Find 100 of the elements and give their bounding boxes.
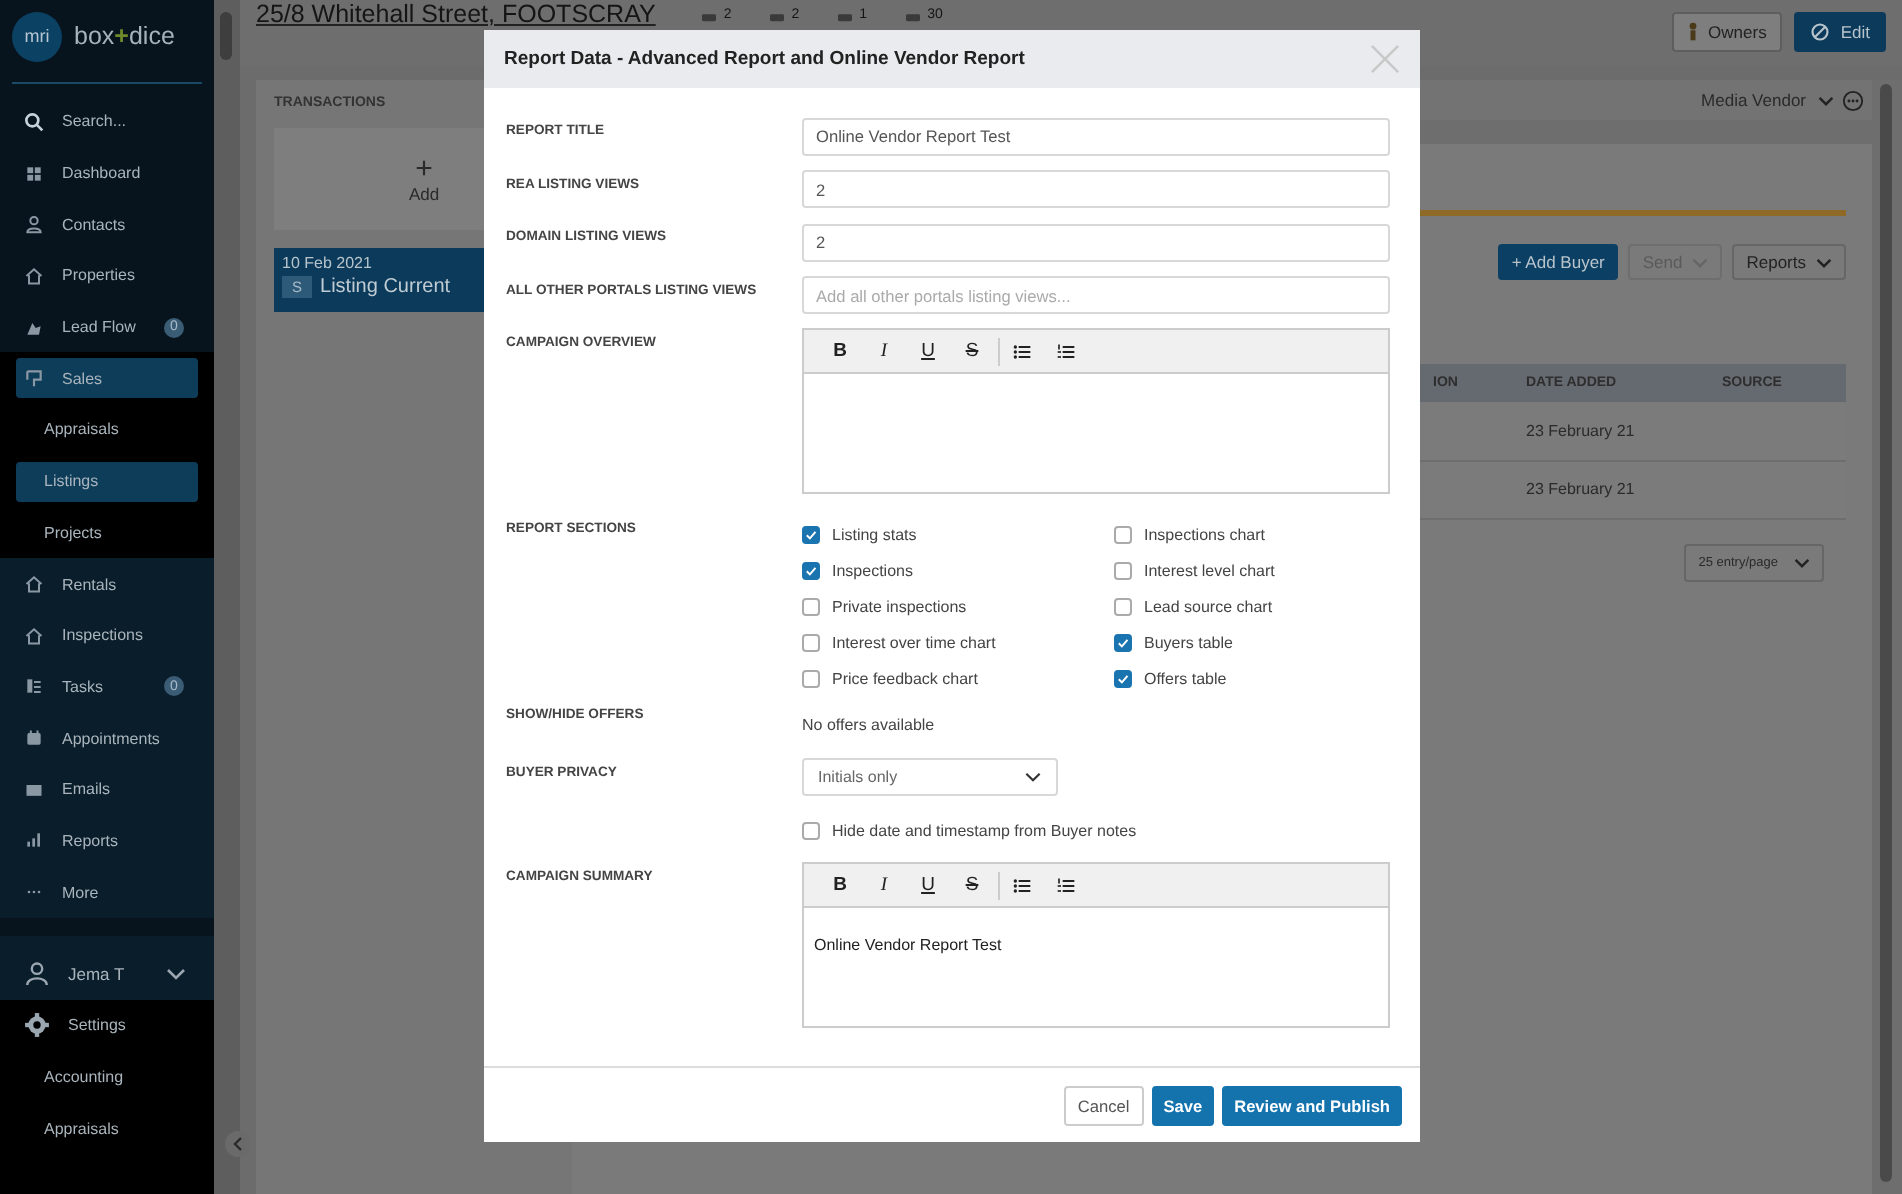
checkbox[interactable] — [802, 597, 820, 615]
bullet-list-icon[interactable] — [1012, 875, 1032, 895]
nav-subitem[interactable]: Appraisals — [0, 1102, 214, 1154]
checkbox-label[interactable]: Inspections chart — [1144, 525, 1265, 543]
input-field[interactable]: 2 — [802, 170, 1390, 208]
input-field[interactable]: Add all other portals listing views... — [802, 276, 1390, 314]
chevron-down-icon — [1794, 558, 1810, 568]
format-button[interactable]: U — [906, 340, 950, 362]
edit-icon — [1810, 22, 1831, 42]
chevron-down-icon — [166, 967, 186, 980]
checkbox-label[interactable]: Hide date and timestamp from Buyer notes — [832, 821, 1137, 839]
checkbox-label[interactable]: Price feedback chart — [832, 669, 978, 687]
checkbox[interactable] — [802, 525, 820, 543]
more-icon[interactable] — [1842, 89, 1864, 111]
rich-text-editor[interactable]: B I U S Online Vendor Report Test — [802, 862, 1390, 1028]
tasks-icon — [24, 676, 44, 697]
action-button[interactable]: + Add Buyer — [1497, 244, 1619, 280]
transaction-date: 10 Feb 2021 — [282, 254, 374, 272]
transaction-status: Listing Current — [320, 276, 451, 298]
chevron-down-icon — [1818, 95, 1834, 105]
format-button[interactable]: I — [862, 341, 906, 361]
check-icon — [1116, 671, 1130, 685]
input-field[interactable]: 2 — [802, 223, 1390, 261]
checkbox[interactable] — [1114, 597, 1132, 615]
nav-item[interactable]: Appointments — [0, 712, 200, 764]
calendar-icon — [24, 728, 44, 749]
checkbox[interactable] — [1114, 633, 1132, 651]
numbered-list-icon[interactable] — [1056, 875, 1076, 895]
bars-icon — [24, 830, 44, 851]
format-button[interactable]: B — [818, 874, 862, 896]
checkbox-label[interactable]: Offers table — [1144, 669, 1227, 687]
nav-item[interactable]: Rentals — [0, 558, 200, 610]
check-icon — [804, 563, 818, 577]
nav-subitem[interactable]: Listings — [16, 461, 198, 501]
checkbox[interactable] — [802, 821, 820, 839]
nav-subitem[interactable]: Accounting — [0, 1051, 214, 1103]
nav-item[interactable]: Reports — [0, 815, 200, 867]
checkbox-label[interactable]: Interest level chart — [1144, 561, 1275, 579]
nav-item[interactable]: Sales — [16, 358, 198, 399]
format-button[interactable]: I — [862, 875, 906, 895]
feature-icon — [767, 9, 786, 23]
editor-text: Online Vendor Report Test — [814, 936, 1002, 954]
header-button[interactable]: Owners — [1672, 12, 1783, 52]
gear-icon — [24, 1012, 50, 1039]
checkbox-label[interactable]: Private inspections — [832, 597, 967, 615]
checkbox-label[interactable]: Listing stats — [832, 525, 917, 543]
nav-subitem[interactable]: Projects — [0, 507, 214, 559]
dialog-title: Report Data - Advanced Report and Online Vendor Report — [504, 48, 1025, 70]
checkbox[interactable] — [802, 633, 820, 651]
dialog-button[interactable]: Save — [1151, 1085, 1215, 1125]
dialog-button[interactable]: Cancel — [1063, 1085, 1144, 1125]
table-cell-text: 23 February 21 — [1526, 480, 1637, 499]
chevron-down-icon — [1816, 257, 1832, 267]
checkbox-label[interactable]: Inspections — [832, 561, 913, 579]
person-icon — [1688, 22, 1699, 42]
nav-item[interactable]: More — [0, 866, 200, 918]
privacy-select[interactable]: Initials only — [802, 758, 1058, 796]
feature-icon — [903, 9, 922, 23]
person-icon — [24, 214, 44, 235]
scrollbar-thumb[interactable] — [1880, 84, 1892, 1182]
header-button[interactable]: Edit — [1794, 12, 1886, 52]
nav-subitem[interactable]: Appraisals — [0, 404, 214, 456]
table-cell-text: 23 February 21 — [1526, 421, 1637, 440]
checkbox[interactable] — [1114, 669, 1132, 687]
person-icon — [24, 960, 50, 987]
format-button[interactable]: B — [818, 340, 862, 362]
format-button[interactable]: U — [906, 874, 950, 896]
numbered-list-icon[interactable] — [1056, 341, 1076, 361]
dialog-button[interactable]: Review and Publish — [1222, 1085, 1402, 1125]
action-button[interactable]: Reports — [1732, 244, 1846, 280]
nav-item[interactable]: Emails — [0, 763, 200, 816]
mail-icon — [24, 779, 44, 800]
grid-icon — [24, 163, 44, 184]
checkbox-label[interactable]: Buyers table — [1144, 633, 1233, 651]
house-icon — [24, 265, 44, 286]
checkbox-label[interactable]: Lead source chart — [1144, 597, 1273, 615]
scrollbar-thumb[interactable] — [220, 12, 232, 60]
checkbox[interactable] — [802, 669, 820, 687]
rich-text-editor[interactable]: B I U S — [802, 328, 1390, 494]
user-menu[interactable]: Jema T — [0, 935, 214, 1000]
format-button[interactable]: S — [950, 874, 994, 896]
checkbox[interactable] — [1114, 525, 1132, 543]
format-button[interactable]: S — [950, 340, 994, 362]
nav-item[interactable]: Inspections — [0, 609, 200, 662]
brand-name: box+dice — [74, 22, 175, 50]
checkbox[interactable] — [802, 561, 820, 579]
bullet-list-icon[interactable] — [1012, 341, 1032, 361]
house-icon — [24, 625, 44, 646]
field-value: No offers available — [802, 716, 935, 734]
house-icon — [24, 574, 44, 595]
check-icon — [1116, 635, 1130, 649]
search-icon — [24, 111, 44, 132]
feature-icon — [699, 9, 718, 23]
nav-item[interactable]: Settings — [0, 999, 200, 1052]
feature-icon — [835, 9, 854, 23]
input-field[interactable]: Online Vendor Report Test — [802, 117, 1390, 155]
checkbox[interactable] — [1114, 561, 1132, 579]
logo-badge: mri — [12, 11, 62, 61]
chevron-down-icon — [1024, 772, 1042, 782]
checkbox-label[interactable]: Interest over time chart — [832, 633, 996, 651]
